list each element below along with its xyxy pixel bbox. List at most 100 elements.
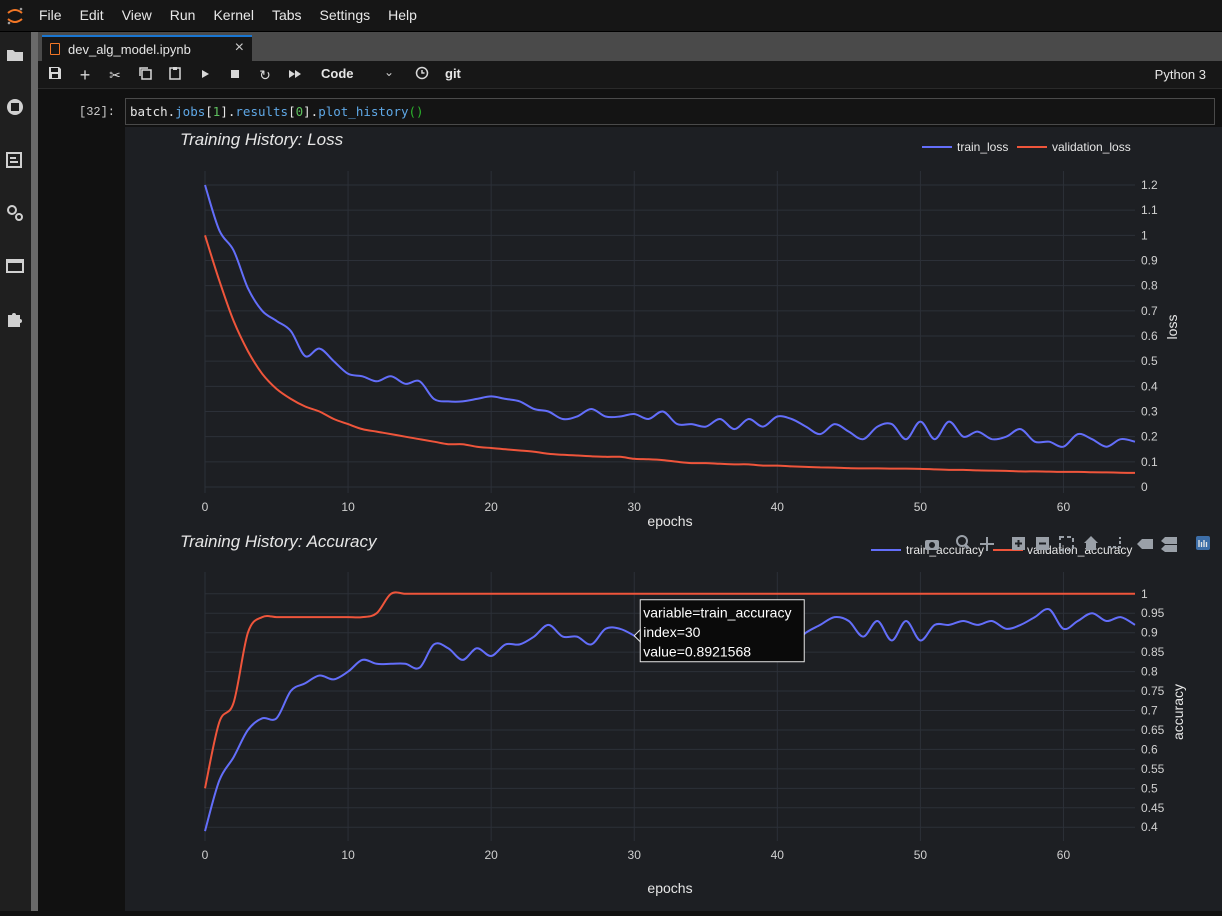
code-token: [ — [205, 104, 213, 119]
loss-grid — [204, 171, 1135, 493]
extensions-icon[interactable] — [5, 309, 25, 329]
notebook-toolbar: + ✂ ↻ Code ⌄ git Python 3 — [38, 61, 1222, 89]
loss-chart-title: Training History: Loss — [180, 130, 344, 149]
hover-closest-icon[interactable] — [1137, 539, 1153, 549]
legend-label-validation-loss[interactable]: validation_loss — [1052, 140, 1131, 154]
menu-kernel[interactable]: Kernel — [204, 0, 262, 31]
plotly-figure[interactable]: Training History: Loss 0 10 20 30 40 50 60 00.… — [125, 127, 1222, 911]
y-tick-label: 1 — [1141, 587, 1148, 601]
fast-forward-icon[interactable] — [285, 65, 305, 85]
y-tick-label: 0.6 — [1141, 329, 1158, 343]
clock-icon[interactable] — [412, 65, 432, 85]
accuracy-y-ticks: 0.4 0.45 0.5 0.55 0.6 0.65 0.7 0.75 0.8 0.85 0.9 0.… — [1141, 587, 1165, 834]
cell-type-dropdown[interactable]: Code — [321, 66, 354, 81]
y-tick-label: 0.95 — [1141, 606, 1165, 620]
y-tick-label: 0.1 — [1141, 455, 1158, 469]
hover-line-index: index=30 — [643, 624, 700, 640]
save-icon[interactable] — [45, 65, 65, 85]
code-token: jobs — [175, 104, 206, 119]
y-tick-label: 0.6 — [1141, 742, 1158, 756]
plotly-logo-icon[interactable] — [1196, 536, 1210, 550]
y-tick-label: 0.2 — [1141, 430, 1158, 444]
hover-compare-icon[interactable] — [1161, 537, 1177, 552]
x-tick-label: 10 — [341, 848, 355, 862]
y-tick-label: 0.75 — [1141, 684, 1165, 698]
y-tick-label: 0.7 — [1141, 704, 1158, 718]
hover-line-value: value=0.8921568 — [643, 644, 751, 660]
hover-tooltip: variable=train_accuracy index=30 value=0… — [633, 599, 805, 663]
notebook-icon — [50, 43, 60, 55]
code-token: ]. — [220, 104, 236, 119]
stop-icon[interactable] — [225, 65, 245, 85]
code-token: 0 — [295, 104, 304, 119]
restart-icon[interactable]: ↻ — [255, 65, 275, 85]
code-token: ]. — [303, 104, 319, 119]
accuracy-chart[interactable]: Training History: Accuracy 0 10 20 30 40 50 60… — [180, 532, 1210, 896]
cut-icon[interactable]: ✂ — [105, 65, 125, 85]
add-icon[interactable]: + — [75, 65, 95, 85]
commands-icon[interactable] — [5, 150, 25, 170]
y-tick-label: 0.5 — [1141, 354, 1158, 368]
tabs-icon[interactable] — [5, 256, 25, 276]
y-tick-label: 0.45 — [1141, 801, 1165, 815]
hover-tooltip-pointer — [633, 628, 641, 643]
legend-label-train-accuracy[interactable]: train_accuracy — [906, 543, 984, 557]
y-tick-label: 0.9 — [1141, 626, 1158, 640]
y-tick-label: 1 — [1141, 228, 1148, 242]
legend-label-train-loss[interactable]: train_loss — [957, 140, 1008, 154]
y-tick-label: 0.85 — [1141, 645, 1165, 659]
git-button[interactable]: git — [445, 66, 461, 81]
menu-settings[interactable]: Settings — [311, 0, 380, 31]
code-token: [ — [288, 104, 296, 119]
loss-x-axis-label: epochs — [647, 513, 692, 529]
loss-series-group — [204, 184, 1136, 474]
x-tick-label: 20 — [484, 500, 498, 514]
run-icon[interactable] — [195, 65, 215, 85]
property-inspector-icon[interactable] — [5, 203, 25, 223]
kernel-name[interactable]: Python 3 — [1155, 67, 1206, 82]
menu-run[interactable]: Run — [161, 0, 205, 31]
tab-notebook[interactable]: dev_alg_model.ipynb × — [42, 35, 252, 61]
folder-icon[interactable] — [5, 45, 25, 65]
zoom-out-icon[interactable] — [1036, 537, 1049, 550]
running-icon[interactable] — [5, 97, 25, 117]
hover-line-variable: variable=train_accuracy — [643, 605, 791, 621]
x-tick-label: 50 — [914, 848, 928, 862]
series-line-train-loss[interactable] — [204, 184, 1136, 448]
x-tick-label: 60 — [1057, 500, 1071, 514]
x-tick-label: 30 — [628, 500, 642, 514]
y-tick-label: 0.4 — [1141, 820, 1158, 834]
chevron-down-icon[interactable]: ⌄ — [384, 65, 394, 79]
menu-tabs[interactable]: Tabs — [263, 0, 311, 31]
y-tick-label: 1.1 — [1141, 203, 1158, 217]
menu-edit[interactable]: Edit — [71, 0, 113, 31]
menu-file[interactable]: File — [30, 0, 71, 31]
code-cell-input[interactable]: batch.jobs[1].results[0].plot_history() — [125, 98, 1215, 125]
y-tick-label: 0.5 — [1141, 781, 1158, 795]
accuracy-y-axis-label: accuracy — [1170, 684, 1186, 740]
sidebar-divider — [31, 32, 38, 911]
close-icon[interactable]: × — [235, 39, 244, 57]
x-tick-label: 50 — [914, 500, 928, 514]
camera-icon[interactable] — [925, 540, 939, 550]
x-tick-label: 60 — [1057, 848, 1071, 862]
x-tick-label: 20 — [484, 848, 498, 862]
series-line-validation-loss[interactable] — [204, 234, 1136, 474]
code-token: plot_history — [318, 104, 409, 119]
zoom-in-icon[interactable] — [1012, 537, 1025, 550]
paste-icon[interactable] — [165, 65, 185, 85]
code-token: results — [235, 104, 289, 119]
y-tick-label: 0.9 — [1141, 254, 1158, 268]
loss-chart[interactable]: Training History: Loss 0 10 20 30 40 50 60 0 0.… — [180, 130, 1180, 529]
tab-label: dev_alg_model.ipynb — [68, 42, 191, 57]
tab-bar: dev_alg_model.ipynb × — [38, 32, 1222, 61]
accuracy-x-axis-label: epochs — [647, 880, 692, 896]
menu-help[interactable]: Help — [379, 0, 426, 31]
cell-output: Training History: Loss 0 10 20 30 40 50 60 0 0.… — [125, 127, 1222, 911]
copy-icon[interactable] — [135, 65, 155, 85]
loss-legend[interactable]: train_loss validation_loss — [922, 140, 1131, 154]
menu-view[interactable]: View — [113, 0, 161, 31]
y-tick-label: 1.2 — [1141, 178, 1158, 192]
home-icon[interactable] — [1084, 536, 1098, 550]
loss-y-axis-label: loss — [1164, 315, 1180, 340]
